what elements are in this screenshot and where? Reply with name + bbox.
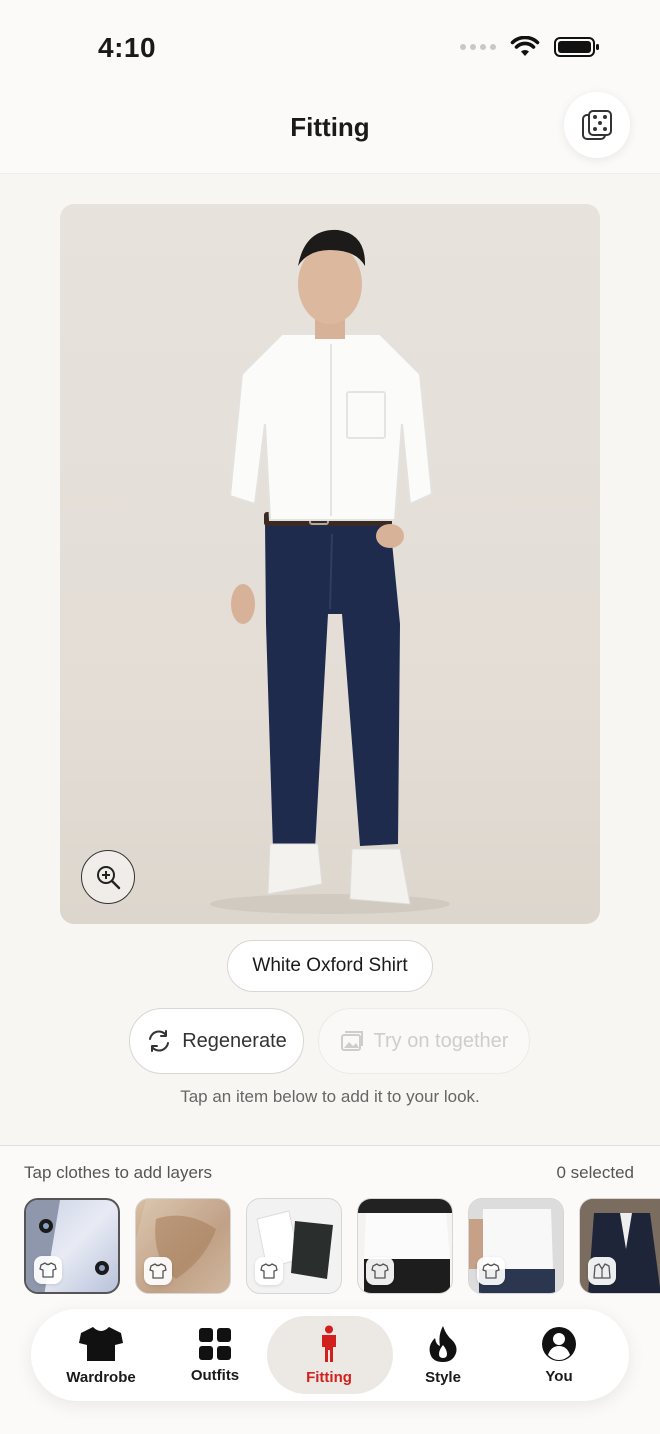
selected-count: 0 selected	[556, 1163, 635, 1182]
tray-label: Tap clothes to add layers	[24, 1163, 213, 1182]
tab-label: You	[545, 1367, 573, 1385]
try-on-together-button[interactable]: Try on together	[318, 1008, 530, 1074]
tshirt-icon	[34, 1256, 62, 1284]
clothing-thumbnail[interactable]	[246, 1198, 342, 1294]
tab-label: Outfits	[190, 1366, 240, 1384]
flame-icon	[429, 1325, 457, 1362]
model-figure	[210, 229, 450, 914]
tshirt-icon	[79, 1326, 123, 1361]
jacket-icon	[588, 1257, 616, 1285]
clothing-thumbnail[interactable]	[579, 1198, 660, 1294]
clothing-thumbnail[interactable]	[357, 1198, 453, 1294]
header: Fitting	[0, 92, 660, 174]
zoom-in-icon	[97, 866, 121, 890]
tab-bar: Wardrobe Outfits Fitting Style You	[31, 1309, 629, 1401]
tab-style[interactable]: Style	[393, 1309, 493, 1401]
clothing-thumbnail[interactable]	[468, 1198, 564, 1294]
regenerate-button[interactable]: Regenerate	[129, 1008, 304, 1074]
status-time: 4:10	[98, 32, 157, 63]
grid-icon	[199, 1327, 231, 1360]
randomize-button[interactable]	[564, 92, 630, 158]
tab-you[interactable]: You	[509, 1309, 609, 1401]
try-on-together-label: Try on together	[373, 1029, 509, 1052]
zoom-button[interactable]	[81, 850, 135, 904]
tab-label: Style	[425, 1368, 461, 1386]
clothing-thumbnail[interactable]	[24, 1198, 120, 1294]
selected-item-chip[interactable]: White Oxford Shirt	[227, 940, 433, 992]
outfit-preview-image	[60, 204, 600, 924]
tab-wardrobe[interactable]: Wardrobe	[51, 1309, 151, 1401]
regenerate-label: Regenerate	[182, 1029, 287, 1052]
photo-stack-icon	[340, 1031, 363, 1051]
status-bar: 4:10	[0, 0, 660, 96]
page-title: Fitting	[290, 112, 370, 142]
dice-icon	[582, 110, 612, 140]
profile-icon	[542, 1326, 576, 1361]
refresh-icon	[149, 1030, 170, 1052]
tab-outfits[interactable]: Outfits	[165, 1309, 265, 1401]
tshirt-icon	[366, 1257, 394, 1285]
person-icon	[322, 1325, 336, 1362]
battery-icon	[554, 37, 599, 57]
tab-label: Fitting	[306, 1368, 352, 1386]
tab-fitting[interactable]: Fitting	[279, 1309, 379, 1401]
tshirt-icon	[144, 1257, 172, 1285]
status-icons	[460, 36, 600, 58]
hint-text: Tap an item below to add it to your look…	[180, 1087, 480, 1106]
wifi-icon	[510, 36, 540, 56]
signal-icon	[460, 44, 496, 50]
tab-label: Wardrobe	[66, 1368, 136, 1386]
clothing-thumbnail[interactable]	[135, 1198, 231, 1294]
tshirt-icon	[255, 1257, 283, 1285]
tshirt-icon	[477, 1257, 505, 1285]
